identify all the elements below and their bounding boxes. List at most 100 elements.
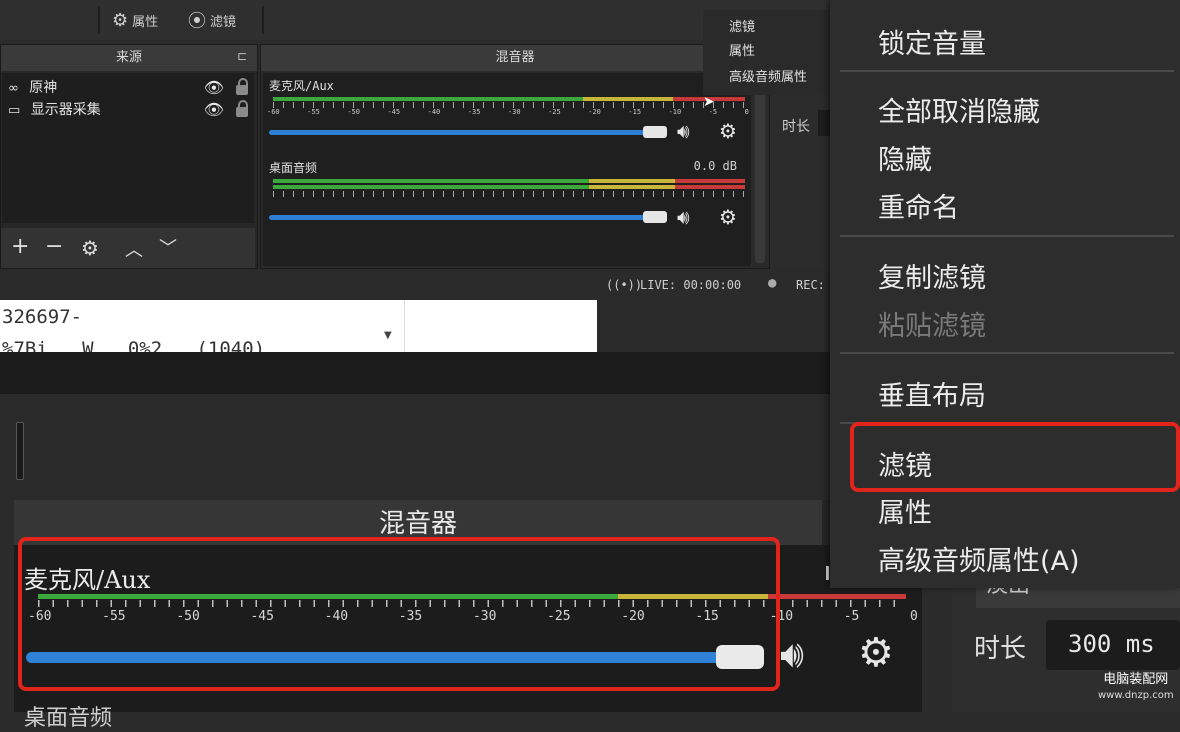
volume-meter	[273, 97, 583, 101]
chevron-down-icon[interactable]: ﹀	[159, 234, 177, 260]
source-name: 显示器采集	[30, 102, 101, 118]
panel-gap	[0, 352, 835, 394]
lock-icon[interactable]	[236, 78, 248, 95]
gear-icon[interactable]: ⚙	[81, 236, 99, 260]
divider	[404, 300, 405, 352]
speaker-icon[interactable]: 🔊︎	[677, 119, 690, 143]
live-status: LIVE: 00:00:00	[640, 278, 742, 292]
source-name: 原神	[29, 80, 58, 96]
tick-label: 0	[744, 108, 749, 116]
volume-slider[interactable]	[269, 215, 649, 220]
sources-toolbar: + − ⚙ ︿ ﹀	[1, 228, 255, 268]
volume-meter	[273, 185, 589, 189]
tick-label: -25	[548, 108, 561, 116]
sources-list: ∞ 原神 👁 ▭ 显示器采集 👁	[2, 73, 254, 223]
next-channel-name: 桌面音频	[24, 706, 113, 731]
volume-slider-handle[interactable]	[643, 126, 667, 138]
menu-separator	[840, 70, 1174, 72]
menu-item-rename[interactable]: 重命名	[878, 186, 959, 225]
tick-label: -20	[588, 108, 601, 116]
filters-button[interactable]: ⦿ 滤镜	[188, 8, 236, 32]
toolbar-separator	[262, 6, 264, 34]
eye-icon[interactable]: 👁	[204, 77, 224, 99]
tick-label: -50	[347, 108, 360, 116]
browser-text: 326697-	[2, 306, 83, 328]
watermark: 电脑装配网 www.dnzp.com	[1098, 672, 1174, 704]
game-capture-icon: ∞	[8, 81, 19, 96]
volume-meter-large	[768, 594, 906, 599]
watermark-title: 电脑装配网	[1103, 672, 1169, 687]
volume-meter	[583, 97, 673, 101]
gear-icon[interactable]: ⚙	[719, 119, 737, 143]
context-menu-small: 滤镜 属性 高级音频属性 ➤	[703, 10, 835, 110]
tick-label: -5	[843, 609, 860, 624]
volume-meter	[273, 179, 589, 183]
highlight-box-channel	[18, 537, 780, 691]
toolbar-separator	[98, 6, 100, 34]
properties-button[interactable]: ⚙ 属性	[112, 8, 158, 32]
tick-label: 0	[910, 609, 918, 624]
menu-item-properties[interactable]: 属性	[729, 40, 755, 59]
dropdown-arrow-icon[interactable]: ▼	[384, 330, 392, 341]
menu-item-properties[interactable]: 属性	[878, 491, 932, 530]
menu-separator	[840, 235, 1174, 237]
volume-meter	[589, 179, 675, 183]
live-icon: ((•))	[606, 278, 643, 292]
menu-item-copy-filters[interactable]: 复制滤镜	[878, 256, 986, 295]
mixer-channels: 麦克风/Aux -60 -55 -50 -45 -40 -35 -30 -25 …	[263, 73, 751, 266]
rec-dot-icon: ●	[768, 275, 777, 291]
tick-label: -60	[267, 108, 280, 116]
tick-label: -30	[507, 108, 521, 116]
volume-meter	[675, 179, 745, 183]
meter-tick-labels: -60 -55 -50 -45 -40 -35 -30 -25 -20 -15 …	[267, 108, 749, 116]
highlight-box-filters	[850, 422, 1180, 492]
mixer-title: 混音器	[261, 45, 769, 71]
source-item[interactable]: ▭ 显示器采集 👁	[8, 99, 254, 121]
speaker-icon[interactable]: 🔊︎	[780, 632, 804, 677]
meter-peak-marker	[826, 566, 829, 580]
menu-item-hide[interactable]: 隐藏	[878, 138, 932, 177]
duration-value: 300 ms	[1068, 630, 1155, 658]
menu-item-vertical-layout[interactable]: 垂直布局	[878, 374, 986, 413]
watermark-url: www.dnzp.com	[1098, 690, 1174, 701]
speaker-icon[interactable]: 🔊︎	[677, 205, 690, 229]
add-icon[interactable]: +	[11, 234, 29, 259]
tick-label: -10	[668, 108, 682, 116]
splitter-handle[interactable]	[16, 422, 24, 480]
menu-item-unhide-all[interactable]: 全部取消隐藏	[878, 90, 1040, 129]
menu-item-lock-volume[interactable]: 锁定音量	[878, 22, 986, 61]
remove-icon[interactable]: −	[45, 234, 63, 259]
menu-separator	[840, 352, 1174, 354]
gear-icon[interactable]: ⚙	[858, 630, 894, 676]
volume-slider[interactable]	[269, 130, 649, 135]
monitor-icon: ▭	[8, 103, 21, 118]
duration-label: 时长	[782, 119, 810, 135]
chevron-up-icon[interactable]: ︿	[125, 236, 143, 262]
source-item[interactable]: ∞ 原神 👁	[8, 77, 254, 99]
meter-ticks	[273, 191, 745, 197]
menu-item-advanced-audio[interactable]: 高级音频属性	[729, 66, 807, 85]
filter-icon: ⦿	[188, 11, 206, 32]
volume-slider-handle[interactable]	[643, 211, 667, 223]
tick-label: -40	[427, 108, 441, 116]
undock-icon[interactable]: ⊏	[237, 49, 247, 63]
mixer-scrollbar[interactable]	[755, 73, 765, 263]
lock-icon[interactable]	[236, 100, 248, 117]
status-bar: ((•)) LIVE: 00:00:00 ● REC:	[600, 272, 835, 300]
gear-icon[interactable]: ⚙	[719, 205, 737, 229]
properties-button-label: 属性	[132, 14, 159, 30]
rec-status: REC:	[796, 278, 825, 292]
volume-meter	[675, 185, 745, 189]
channel-name: 桌面音频	[269, 161, 318, 175]
tick-label: -15	[628, 108, 642, 116]
menu-item-paste-filters: 粘贴滤镜	[878, 311, 986, 342]
cursor-icon: ➤	[703, 94, 715, 110]
tick-label: -55	[307, 108, 320, 116]
sources-title: 来源	[1, 45, 257, 71]
menu-item-filters[interactable]: 滤镜	[729, 16, 755, 35]
eye-icon[interactable]: 👁	[204, 99, 224, 121]
channel-db: 0.0 dB	[693, 159, 737, 173]
menu-item-advanced-audio-properties[interactable]: 高级音频属性(A)	[878, 539, 1080, 578]
tick-label: -35	[467, 108, 481, 116]
filters-button-label: 滤镜	[210, 14, 237, 30]
